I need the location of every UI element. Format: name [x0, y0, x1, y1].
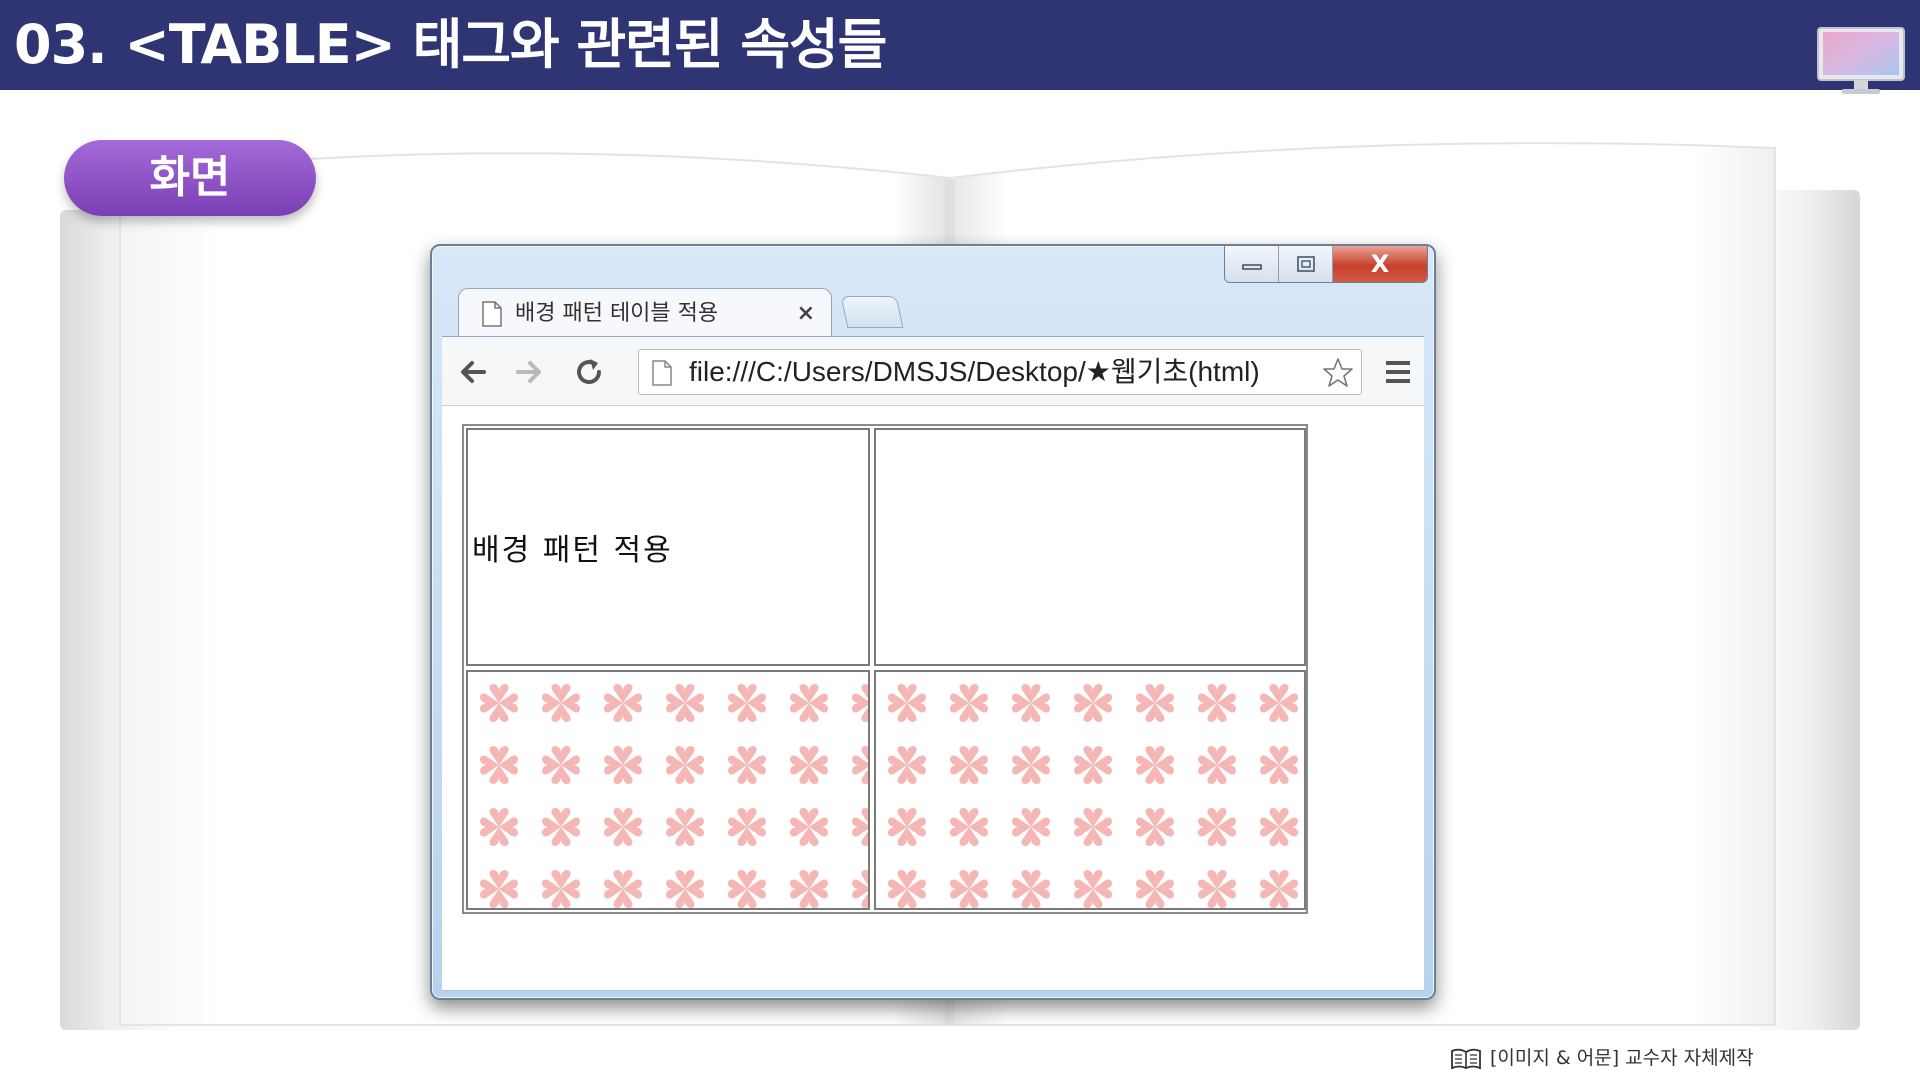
book-icon: [1451, 1048, 1481, 1070]
address-url: file:///C:/Users/DMSJS/Desktop/★웹기초(html…: [689, 356, 1260, 387]
maximize-button[interactable]: [1279, 246, 1333, 282]
reload-icon[interactable]: [570, 353, 608, 391]
table-cell-pattern: [874, 670, 1306, 910]
tab-title: 배경 패턴 테이블 적용: [515, 301, 719, 326]
back-arrow-icon[interactable]: [454, 353, 492, 391]
pattern-table: 배경 패턴 적용: [462, 424, 1308, 914]
tab-close-icon[interactable]: ×: [797, 289, 815, 339]
table-cell: 배경 패턴 적용: [466, 428, 870, 666]
minimize-button[interactable]: [1225, 246, 1279, 282]
window-controls: X: [1224, 246, 1428, 283]
address-bar[interactable]: file:///C:/Users/DMSJS/Desktop/★웹기초(html…: [638, 349, 1362, 395]
browser-toolbar: file:///C:/Users/DMSJS/Desktop/★웹기초(html…: [442, 336, 1424, 406]
browser-window: X 배경 패턴 테이블 적용 × file:///C:/Users/DMSJS/…: [430, 244, 1436, 1000]
table-cell-pattern: [466, 670, 870, 910]
browser-tab[interactable]: 배경 패턴 테이블 적용 ×: [458, 288, 832, 338]
star-icon[interactable]: [1321, 356, 1355, 390]
table-cell: [874, 428, 1306, 666]
forward-arrow-icon[interactable]: [510, 353, 548, 391]
cell-text: 배경 패턴 적용: [472, 533, 673, 568]
menu-icon[interactable]: [1384, 357, 1412, 387]
section-label-pill: 화면: [64, 140, 316, 216]
background-pattern: [876, 672, 1304, 908]
minimize-icon: [1241, 264, 1262, 270]
page-document-icon: [482, 301, 502, 327]
close-window-button[interactable]: X: [1333, 246, 1427, 282]
page-document-icon: [652, 360, 672, 386]
maximize-icon: [1296, 256, 1315, 272]
browser-viewport: 배경 패턴 적용: [442, 406, 1424, 991]
image-caption: [이미지 & 어문] 교수자 자체제작: [1490, 1047, 1754, 1069]
new-tab-button[interactable]: [840, 296, 904, 328]
background-pattern: [468, 672, 868, 908]
